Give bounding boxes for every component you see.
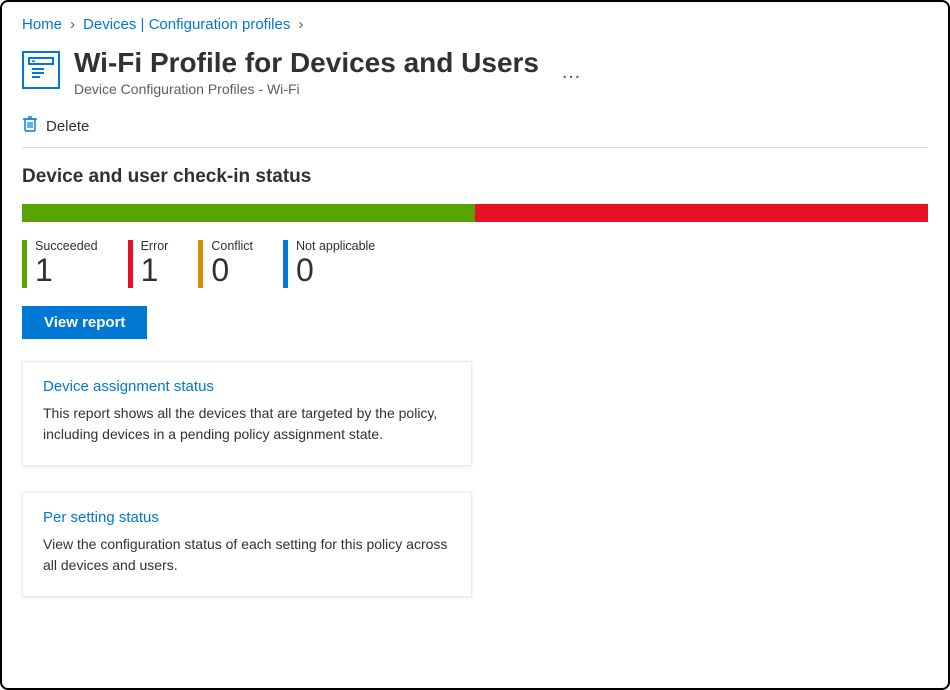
- page-subtitle: Device Configuration Profiles - Wi-Fi: [74, 81, 539, 97]
- profile-icon: [22, 51, 60, 89]
- stat-value: 1: [35, 253, 98, 288]
- stat-color-bar: [283, 240, 288, 288]
- stat-label: Conflict: [211, 240, 253, 253]
- delete-label: Delete: [46, 118, 89, 135]
- toolbar: Delete: [22, 115, 928, 148]
- card-body: This report shows all the devices that a…: [43, 403, 451, 445]
- more-actions-button[interactable]: …: [561, 61, 583, 84]
- card-per-setting-status[interactable]: Per setting status View the configuratio…: [22, 492, 472, 597]
- delete-button[interactable]: Delete: [22, 115, 89, 137]
- chevron-right-icon: ›: [70, 16, 75, 33]
- stat-label: Not applicable: [296, 240, 375, 253]
- page-header: Wi-Fi Profile for Devices and Users Devi…: [22, 47, 928, 97]
- status-progress-bar: [22, 204, 928, 222]
- report-cards: Device assignment status This report sho…: [22, 361, 928, 597]
- stat-color-bar: [198, 240, 203, 288]
- stat-not-applicable[interactable]: Not applicable 0: [283, 240, 375, 288]
- stat-error[interactable]: Error 1: [128, 240, 169, 288]
- breadcrumb-devices-config-profiles[interactable]: Devices | Configuration profiles: [83, 16, 290, 33]
- view-report-button[interactable]: View report: [22, 306, 147, 339]
- status-stats: Succeeded 1 Error 1 Conflict 0 Not appli…: [22, 240, 928, 288]
- stat-value: 0: [211, 253, 253, 288]
- breadcrumb-home[interactable]: Home: [22, 16, 62, 33]
- stat-label: Error: [141, 240, 169, 253]
- status-segment-succeeded: [22, 204, 475, 222]
- card-title[interactable]: Per setting status: [43, 509, 451, 526]
- stat-value: 1: [141, 253, 169, 288]
- stat-succeeded[interactable]: Succeeded 1: [22, 240, 98, 288]
- stat-color-bar: [22, 240, 27, 288]
- card-title[interactable]: Device assignment status: [43, 378, 451, 395]
- status-heading: Device and user check-in status: [22, 166, 928, 188]
- breadcrumb: Home › Devices | Configuration profiles …: [22, 16, 928, 33]
- chevron-right-icon: ›: [298, 16, 303, 33]
- stat-value: 0: [296, 253, 375, 288]
- page-title: Wi-Fi Profile for Devices and Users: [74, 47, 539, 79]
- stat-color-bar: [128, 240, 133, 288]
- trash-icon: [22, 115, 38, 137]
- status-segment-error: [475, 204, 928, 222]
- card-body: View the configuration status of each se…: [43, 534, 451, 576]
- stat-label: Succeeded: [35, 240, 98, 253]
- card-device-assignment-status[interactable]: Device assignment status This report sho…: [22, 361, 472, 466]
- stat-conflict[interactable]: Conflict 0: [198, 240, 253, 288]
